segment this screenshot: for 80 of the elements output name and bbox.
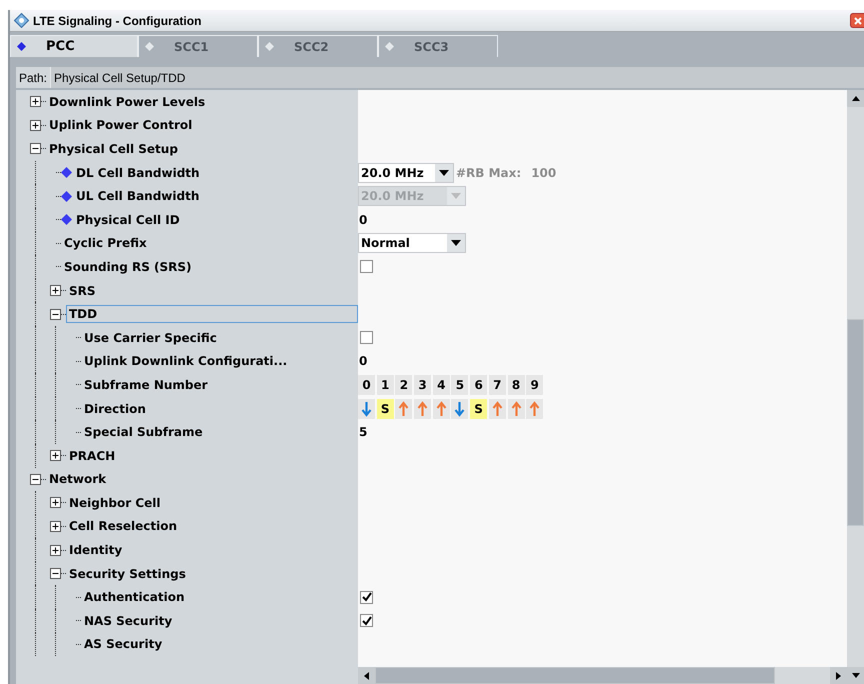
checkbox[interactable] [360, 614, 373, 628]
tree-item[interactable]: Security Settings [66, 564, 189, 583]
path-field: Physical Cell Setup/TDD [50, 67, 864, 88]
expand-icon[interactable] [30, 96, 41, 108]
expand-icon[interactable] [50, 450, 61, 462]
value-text: 5 [358, 425, 368, 440]
subframe-number: 6 [470, 374, 488, 395]
special-subframe: S [376, 398, 394, 419]
tab[interactable]: PCC [10, 35, 138, 57]
tree-item[interactable]: Uplink Power Control [46, 116, 196, 134]
diamond-icon [385, 42, 394, 51]
rb-max-value: 100 [531, 166, 556, 180]
value-text: 0 [358, 354, 368, 368]
tree-item[interactable]: TDD [66, 305, 358, 324]
scroll-right-icon[interactable] [836, 672, 841, 680]
tree-item[interactable]: PRACH [66, 446, 118, 465]
checkbox[interactable] [360, 331, 373, 344]
scroll-down-icon[interactable] [852, 673, 860, 678]
close-button[interactable] [850, 13, 864, 28]
tree-item[interactable]: SRS [66, 282, 99, 300]
tree-item[interactable]: Physical Cell Setup [46, 140, 181, 158]
subframe-number: 2 [395, 374, 412, 395]
expand-icon[interactable] [30, 120, 41, 131]
scrollbar-thumb[interactable] [847, 318, 864, 526]
caret-icon [439, 170, 449, 176]
expand-icon[interactable] [50, 520, 61, 532]
collapse-icon[interactable] [30, 143, 41, 154]
tree-item[interactable]: Uplink Downlink Configurati... [81, 352, 290, 370]
window-title: LTE Signaling - Configuration [33, 14, 202, 28]
tree-item[interactable]: DL Cell Bandwidth [73, 164, 203, 182]
expand-icon[interactable] [50, 285, 61, 296]
rb-max-label: #RB Max: [456, 166, 522, 180]
dropdown[interactable]: 20.0 MHz [358, 162, 454, 183]
dropdown[interactable]: Normal [358, 233, 466, 254]
collapse-icon[interactable] [30, 474, 41, 485]
tree-item[interactable]: Direction [81, 400, 149, 418]
subframe-number: 0 [358, 374, 375, 395]
subframe-number: 8 [508, 374, 524, 395]
tree-item[interactable]: Special Subframe [81, 423, 206, 442]
caret-icon [451, 193, 461, 200]
tree-item[interactable]: UL Cell Bandwidth [73, 187, 202, 206]
down-arrow-icon [358, 398, 375, 419]
caret-icon [451, 240, 461, 246]
diamond-icon [145, 42, 154, 51]
diamond-logo-icon [14, 13, 29, 28]
tree-item[interactable]: Cell Reselection [66, 517, 180, 536]
subframe-number: 4 [432, 374, 450, 395]
tree-item[interactable]: Use Carrier Specific [81, 328, 220, 347]
collapse-icon[interactable] [50, 568, 61, 580]
special-subframe: S [470, 398, 488, 419]
expand-icon[interactable] [50, 544, 61, 556]
diamond-icon [265, 42, 274, 51]
scrollbar-thumb[interactable] [375, 667, 775, 684]
scroll-left-icon[interactable] [364, 672, 369, 680]
up-arrow-icon [508, 398, 524, 419]
tree-item[interactable]: Neighbor Cell [66, 494, 164, 512]
close-icon [854, 16, 862, 24]
subframe-number: 3 [414, 374, 432, 395]
tree-item[interactable]: Subframe Number [81, 376, 211, 394]
subframe-number: 9 [526, 374, 544, 395]
diamond-icon [17, 42, 26, 51]
subframe-number: 5 [451, 374, 468, 395]
checkbox[interactable] [360, 260, 373, 274]
scroll-up-icon[interactable] [852, 96, 860, 101]
tree-item[interactable]: AS Security [81, 635, 166, 654]
tree-item[interactable]: NAS Security [81, 612, 176, 630]
tree-item[interactable]: Identity [66, 541, 126, 560]
tree-item[interactable]: Downlink Power Levels [46, 92, 208, 111]
expand-icon[interactable] [50, 497, 61, 508]
tree-item[interactable]: Network [46, 470, 110, 488]
subframe-number: 7 [488, 374, 506, 395]
tree-item[interactable]: Sounding RS (SRS) [61, 258, 195, 276]
value-text: 0 [358, 212, 368, 227]
collapse-icon[interactable] [50, 308, 61, 320]
checkbox[interactable] [360, 590, 373, 604]
tree-item[interactable]: Authentication [81, 588, 188, 606]
tree-item[interactable]: Physical Cell ID [73, 210, 183, 229]
tree-item[interactable]: Cyclic Prefix [61, 234, 150, 252]
subframe-number: 1 [376, 374, 394, 395]
path-label: Path: [18, 70, 48, 84]
